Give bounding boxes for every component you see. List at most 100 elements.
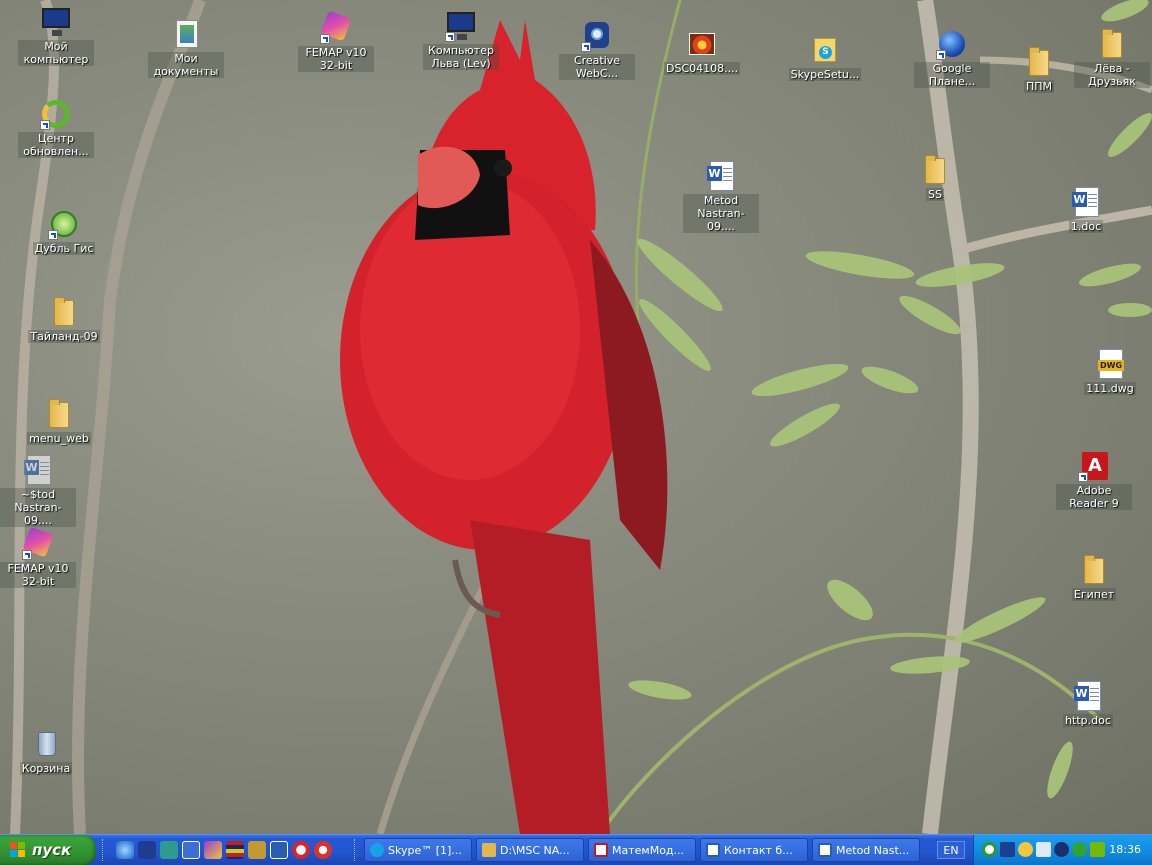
folder-icon bbox=[482, 843, 496, 857]
folder-icon bbox=[1084, 555, 1104, 584]
desktop-icon-dublgis[interactable]: Дубль Гис bbox=[26, 208, 102, 255]
desktop-icon-femap-top[interactable]: FEMAP v10 32-bit bbox=[298, 10, 374, 72]
desktop-icon-temp-nastran[interactable]: ~$tod Nastran-09.... bbox=[0, 454, 76, 527]
internet-explorer-icon[interactable] bbox=[116, 841, 134, 859]
desktop-icon-my-documents[interactable]: Мои документы bbox=[148, 18, 224, 78]
desktop-icon-label: Компьютер Льва (Lev) bbox=[423, 44, 499, 70]
desktop-icon-google-earth[interactable]: Google Плане... bbox=[914, 28, 990, 88]
network-icon[interactable] bbox=[160, 841, 178, 859]
shortcut-arrow-icon bbox=[40, 120, 50, 130]
desktop-icon-label: Дубль Гис bbox=[32, 242, 96, 255]
desktop-icon-http-doc[interactable]: http.doc bbox=[1050, 680, 1126, 727]
word-doc-icon bbox=[1074, 681, 1101, 711]
security-icon[interactable] bbox=[1018, 842, 1033, 857]
word-icon bbox=[818, 843, 832, 857]
desktop-icon-update-center[interactable]: Центр обновлен... bbox=[18, 98, 94, 158]
shortcut-arrow-icon bbox=[48, 230, 58, 240]
word-doc-icon bbox=[707, 161, 734, 191]
word-doc-icon bbox=[1072, 187, 1099, 217]
desktop-icon-ppm-folder[interactable]: ППМ bbox=[1001, 46, 1077, 93]
start-button[interactable]: пуск bbox=[0, 835, 96, 865]
skype-setup-icon bbox=[814, 38, 836, 62]
desktop-icon-label: FEMAP v10 32-bit bbox=[0, 562, 76, 588]
shortcut-arrow-icon bbox=[1078, 472, 1088, 482]
taskbar: пуск Skype™ [1]... D:\MSC NA... МатемМод… bbox=[0, 834, 1152, 865]
desktop-icon-leva-folder[interactable]: Лёва - Друзьяк bbox=[1074, 28, 1150, 88]
folder-icon bbox=[1102, 29, 1122, 58]
update-tray-icon[interactable] bbox=[1072, 842, 1087, 857]
calc-icon[interactable] bbox=[182, 841, 200, 859]
desktop-icon-recycle-bin[interactable]: Корзина bbox=[8, 728, 84, 775]
desktop-icon-lev-computer[interactable]: Компьютер Льва (Lev) bbox=[423, 10, 499, 70]
task-button-skype[interactable]: Skype™ [1]... bbox=[364, 838, 472, 862]
webcam-tray-icon[interactable] bbox=[1054, 842, 1069, 857]
app-icon[interactable] bbox=[138, 841, 156, 859]
desktop-icon-label: SS bbox=[926, 188, 944, 201]
desktop-icon-label: SkypeSetu... bbox=[788, 68, 862, 81]
my-computer-icon bbox=[42, 8, 70, 36]
shortcut-arrow-icon bbox=[445, 32, 455, 42]
nvidia-icon[interactable] bbox=[1090, 842, 1105, 857]
desktop-icon-label: FEMAP v10 32-bit bbox=[298, 46, 374, 72]
femap-icon[interactable] bbox=[204, 841, 222, 859]
desktop-icon-skype-setup[interactable]: SkypeSetu... bbox=[787, 34, 863, 81]
desktop-icon-label: 1.doc bbox=[1068, 220, 1104, 233]
my-documents-icon bbox=[176, 20, 198, 48]
task-button-label: Metod Nast... bbox=[836, 844, 910, 857]
task-button-label: МатемМод... bbox=[612, 844, 685, 857]
volume-icon[interactable] bbox=[1036, 842, 1051, 857]
taskbar-grip[interactable] bbox=[354, 839, 359, 861]
skype-icon bbox=[370, 843, 384, 857]
system-tray: 18:36 bbox=[973, 835, 1152, 865]
green-circle-icon[interactable] bbox=[982, 842, 997, 857]
task-button-label: D:\MSC NA... bbox=[500, 844, 570, 857]
desktop-icon-adobe-reader[interactable]: Adobe Reader 9 bbox=[1056, 450, 1132, 510]
desktop-icon-label: Google Плане... bbox=[914, 62, 990, 88]
desktop-icon-label: http.doc bbox=[1063, 714, 1113, 727]
desktop-icon-thailand-folder[interactable]: Тайланд-09 bbox=[26, 296, 102, 343]
pdf-icon bbox=[594, 843, 608, 857]
shortcut-arrow-icon bbox=[581, 42, 591, 52]
desktop-icon-ss-folder[interactable]: SS bbox=[897, 154, 973, 201]
desktop-icon-label: Корзина bbox=[19, 762, 73, 775]
winrar-icon[interactable] bbox=[226, 841, 244, 859]
task-button-matemmod[interactable]: МатемМод... bbox=[588, 838, 696, 862]
desktop-icon-label: Центр обновлен... bbox=[18, 132, 94, 158]
task-button-label: Контакт б... bbox=[724, 844, 793, 857]
folder-icon bbox=[1029, 47, 1049, 76]
desktop-icon-label: Египет bbox=[1071, 588, 1117, 601]
desktop-icon-label: Мои документы bbox=[148, 52, 224, 78]
archive-icon[interactable] bbox=[248, 841, 266, 859]
opera-icon[interactable] bbox=[292, 841, 310, 859]
desktop-icon-creative-webcam[interactable]: Creative WebC... bbox=[559, 20, 635, 80]
recycle-bin-icon bbox=[38, 732, 56, 756]
desktop-icon-111-dwg[interactable]: 111.dwg bbox=[1072, 348, 1148, 395]
desktop-icon-metod-nastran[interactable]: Metod Nastran-09.... bbox=[683, 160, 759, 233]
wallpaper-cardinal bbox=[10, 0, 1152, 834]
desktop-icon-my-computer[interactable]: Мой компьютер bbox=[18, 6, 94, 66]
word-icon[interactable] bbox=[270, 841, 288, 859]
network-computer-icon bbox=[447, 12, 475, 40]
desktop-icon-1-doc[interactable]: 1.doc bbox=[1048, 186, 1124, 233]
desktop-icon-label: 111.dwg bbox=[1084, 382, 1136, 395]
desktop-icon-femap-left[interactable]: FEMAP v10 32-bit bbox=[0, 526, 76, 588]
desktop-icon-menu-web-folder[interactable]: menu_web bbox=[21, 398, 97, 445]
shortcut-arrow-icon bbox=[22, 550, 32, 560]
taskbar-grip[interactable] bbox=[102, 839, 107, 861]
desktop-icon-egypt-folder[interactable]: Египет bbox=[1056, 554, 1132, 601]
desktop-icon-label: ППМ bbox=[1023, 80, 1055, 93]
desktop-icon-label: Creative WebC... bbox=[559, 54, 635, 80]
network-tray-icon[interactable] bbox=[1000, 842, 1015, 857]
language-indicator[interactable]: EN bbox=[937, 841, 965, 859]
desktop-icon-label: ~$tod Nastran-09.... bbox=[0, 488, 76, 527]
task-button-metod-nastran[interactable]: Metod Nast... bbox=[812, 838, 920, 862]
clock[interactable]: 18:36 bbox=[1109, 835, 1141, 865]
task-button-msc-folder[interactable]: D:\MSC NA... bbox=[476, 838, 584, 862]
task-button-kontakt[interactable]: Контакт б... bbox=[700, 838, 808, 862]
desktop-icon-dsc-photo[interactable]: DSC04108.... bbox=[664, 28, 741, 75]
desktop-icon-label: Тайланд-09 bbox=[28, 330, 100, 343]
folder-icon bbox=[54, 297, 74, 326]
shortcut-arrow-icon bbox=[936, 50, 946, 60]
folder-icon bbox=[925, 155, 945, 184]
media-icon[interactable] bbox=[314, 841, 332, 859]
